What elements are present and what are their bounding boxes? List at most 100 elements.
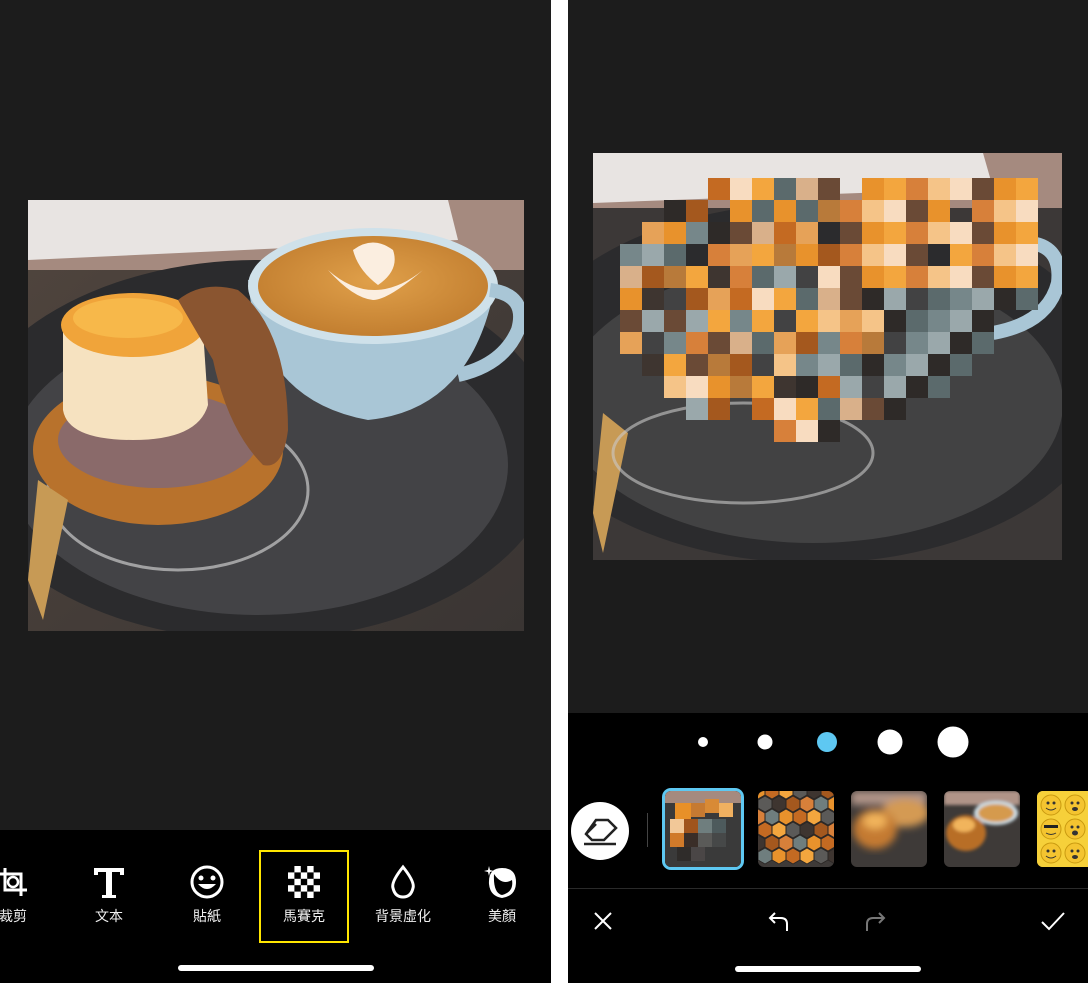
brush-size-l[interactable]: [877, 729, 903, 755]
mosaic-cell: [994, 178, 1016, 200]
mosaic-cell: [642, 354, 664, 376]
tool-crop[interactable]: 裁剪: [0, 860, 56, 940]
brush-size-xs[interactable]: [698, 737, 708, 747]
hex-cell: [813, 795, 829, 813]
tool-mosaic[interactable]: 馬賽克: [259, 850, 349, 943]
style-emoji-pattern[interactable]: [1037, 791, 1088, 867]
home-indicator[interactable]: [735, 966, 921, 972]
mosaic-cell: [884, 222, 906, 244]
hex-cell: [792, 808, 808, 826]
hex-cell: [758, 847, 773, 865]
mosaic-cell: [686, 332, 708, 354]
mosaic-cell: [884, 310, 906, 332]
mosaic-cell: [950, 310, 972, 332]
mosaic-cell: [840, 222, 862, 244]
mosaic-cell: [840, 310, 862, 332]
mosaic-cell: [708, 178, 730, 200]
hex-cell: [764, 808, 780, 826]
mosaic-cell: [862, 266, 884, 288]
mosaic-cell: [818, 310, 840, 332]
mosaic-cell: [796, 310, 818, 332]
mosaic-cell: [664, 222, 686, 244]
mosaic-cell: [840, 376, 862, 398]
hex-cell: [771, 795, 787, 813]
mosaic-cell: [840, 266, 862, 288]
photo-canvas-mosaic[interactable]: [593, 153, 1062, 560]
mosaic-cell: [796, 178, 818, 200]
mosaic-cell: [708, 332, 730, 354]
mosaic-cell: [796, 354, 818, 376]
mosaic-cell: [708, 398, 730, 420]
photo-canvas[interactable]: [28, 200, 524, 631]
mosaic-cell: [1016, 244, 1038, 266]
mosaic-cell: [862, 354, 884, 376]
mosaic-cell: [972, 288, 994, 310]
tool-text[interactable]: 文本: [66, 860, 152, 940]
mosaic-cell: [774, 288, 796, 310]
mosaic-cell: [906, 310, 928, 332]
mosaic-cell: [774, 420, 796, 442]
mosaic-cell: [774, 398, 796, 420]
mosaic-cell: [994, 288, 1016, 310]
mosaic-cell: [774, 332, 796, 354]
mosaic-cell: [950, 244, 972, 266]
mosaic-cell: [1016, 222, 1038, 244]
tool-background-blur[interactable]: 背景虛化: [360, 860, 446, 940]
mosaic-cell: [708, 244, 730, 266]
mosaic-cell: [686, 266, 708, 288]
mosaic-cell: [796, 244, 818, 266]
mosaic-cell: [972, 244, 994, 266]
mosaic-cell: [752, 310, 774, 332]
style-blur[interactable]: [851, 791, 927, 867]
mosaic-cell: [796, 398, 818, 420]
mosaic-cell: [664, 310, 686, 332]
mosaic-cell: [906, 332, 928, 354]
mosaic-cell: [994, 266, 1016, 288]
mosaic-cell: [664, 332, 686, 354]
style-soft-blur[interactable]: [944, 791, 1020, 867]
style-square-mosaic[interactable]: [665, 791, 741, 867]
mosaic-cell: [862, 310, 884, 332]
brush-size-s[interactable]: [757, 734, 773, 750]
redo-button[interactable]: [855, 901, 895, 941]
brush-size-xl[interactable]: [937, 726, 969, 758]
mosaic-cell: [818, 244, 840, 266]
mosaic-cell: [906, 244, 928, 266]
mosaic-cell: [862, 178, 884, 200]
mosaic-cell: [884, 200, 906, 222]
hex-cell: [806, 834, 822, 852]
undo-icon: [768, 912, 788, 931]
mosaic-cell: [642, 266, 664, 288]
mosaic-cell: [774, 266, 796, 288]
mosaic-cell: [774, 200, 796, 222]
brush-size-m[interactable]: [817, 732, 837, 752]
mosaic-cell: [730, 222, 752, 244]
mosaic-cell: [752, 332, 774, 354]
mosaic-cell: [796, 376, 818, 398]
mosaic-cell: [752, 398, 774, 420]
mosaic-cell: [928, 266, 950, 288]
mosaic-cell: [796, 420, 818, 442]
mosaic-cell: [664, 266, 686, 288]
mosaic-cell: [796, 222, 818, 244]
confirm-button[interactable]: [1033, 901, 1073, 941]
tool-beautify[interactable]: 美顏: [459, 860, 545, 940]
style-hexagon-mosaic[interactable]: [758, 791, 834, 867]
mosaic-cell: [818, 178, 840, 200]
mosaic-cell: [818, 332, 840, 354]
divider: [647, 813, 648, 847]
tool-sticker[interactable]: 貼紙: [164, 860, 250, 940]
cancel-button[interactable]: [583, 901, 623, 941]
eraser-button[interactable]: [571, 802, 629, 860]
mosaic-cell: [730, 200, 752, 222]
close-icon: [594, 912, 612, 930]
mosaic-cell: [620, 244, 642, 266]
blur-thumbnail: [851, 791, 927, 867]
mosaic-cell: [796, 332, 818, 354]
undo-button[interactable]: [759, 901, 799, 941]
mosaic-cell: [950, 178, 972, 200]
home-indicator[interactable]: [178, 965, 374, 971]
hex-cell: [785, 795, 801, 813]
hex-cell: [778, 834, 794, 852]
hex-cell: [799, 821, 815, 839]
